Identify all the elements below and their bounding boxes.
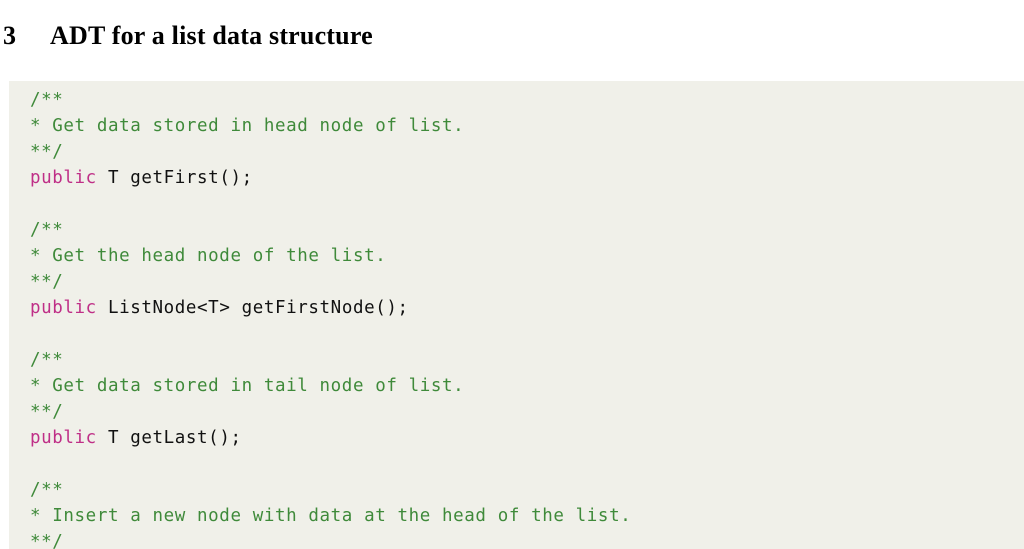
section-number: 3 [3, 21, 17, 51]
code-line: public T getFirst(); [30, 165, 1024, 191]
code-line: **/ [30, 529, 1024, 549]
document-page: 3 ADT for a list data structure /** * Get … [0, 0, 1024, 549]
comment-open: /** [30, 90, 64, 110]
code-line: public ListNode<T> getFirstNode(); [30, 295, 1024, 321]
code-line: public T getLast(); [30, 425, 1024, 451]
code-line: /** [30, 217, 1024, 243]
code-line: * Get the head node of the list. [30, 243, 1024, 269]
comment-close: **/ [30, 402, 64, 422]
code-line: **/ [30, 139, 1024, 165]
comment-body: * Insert a new node with data at the hea… [30, 506, 632, 526]
comment-body: * Get data stored in tail node of list. [30, 376, 465, 396]
code-line: **/ [30, 399, 1024, 425]
code-line: **/ [30, 269, 1024, 295]
keyword-public: public [30, 298, 97, 318]
method-signature: T getLast(); [96, 428, 242, 448]
comment-open: /** [30, 350, 64, 370]
comment-open: /** [30, 480, 64, 500]
keyword-public: public [30, 428, 97, 448]
code-line: /** [30, 477, 1024, 503]
comment-open: /** [30, 220, 64, 240]
comment-close: **/ [30, 272, 64, 292]
code-line: * Get data stored in head node of list. [30, 113, 1024, 139]
method-signature: T getFirst(); [96, 168, 253, 188]
code-line: /** [30, 347, 1024, 373]
page-title: 3 ADT for a list data structure [3, 19, 373, 53]
comment-close: **/ [30, 532, 64, 549]
method-signature: ListNode<T> getFirstNode(); [96, 298, 409, 318]
code-line: * Insert a new node with data at the hea… [30, 503, 1024, 529]
code-listing-text: /** * Get data stored in head node of lis… [9, 87, 1024, 549]
comment-close: **/ [30, 142, 64, 162]
code-line: * Get data stored in tail node of list. [30, 373, 1024, 399]
keyword-public: public [30, 168, 97, 188]
section-title: ADT for a list data structure [50, 21, 373, 51]
comment-body: * Get data stored in head node of list. [30, 116, 465, 136]
code-listing-block: /** * Get data stored in head node of lis… [9, 81, 1024, 549]
comment-body: * Get the head node of the list. [30, 246, 387, 266]
code-line: /** [30, 87, 1024, 113]
